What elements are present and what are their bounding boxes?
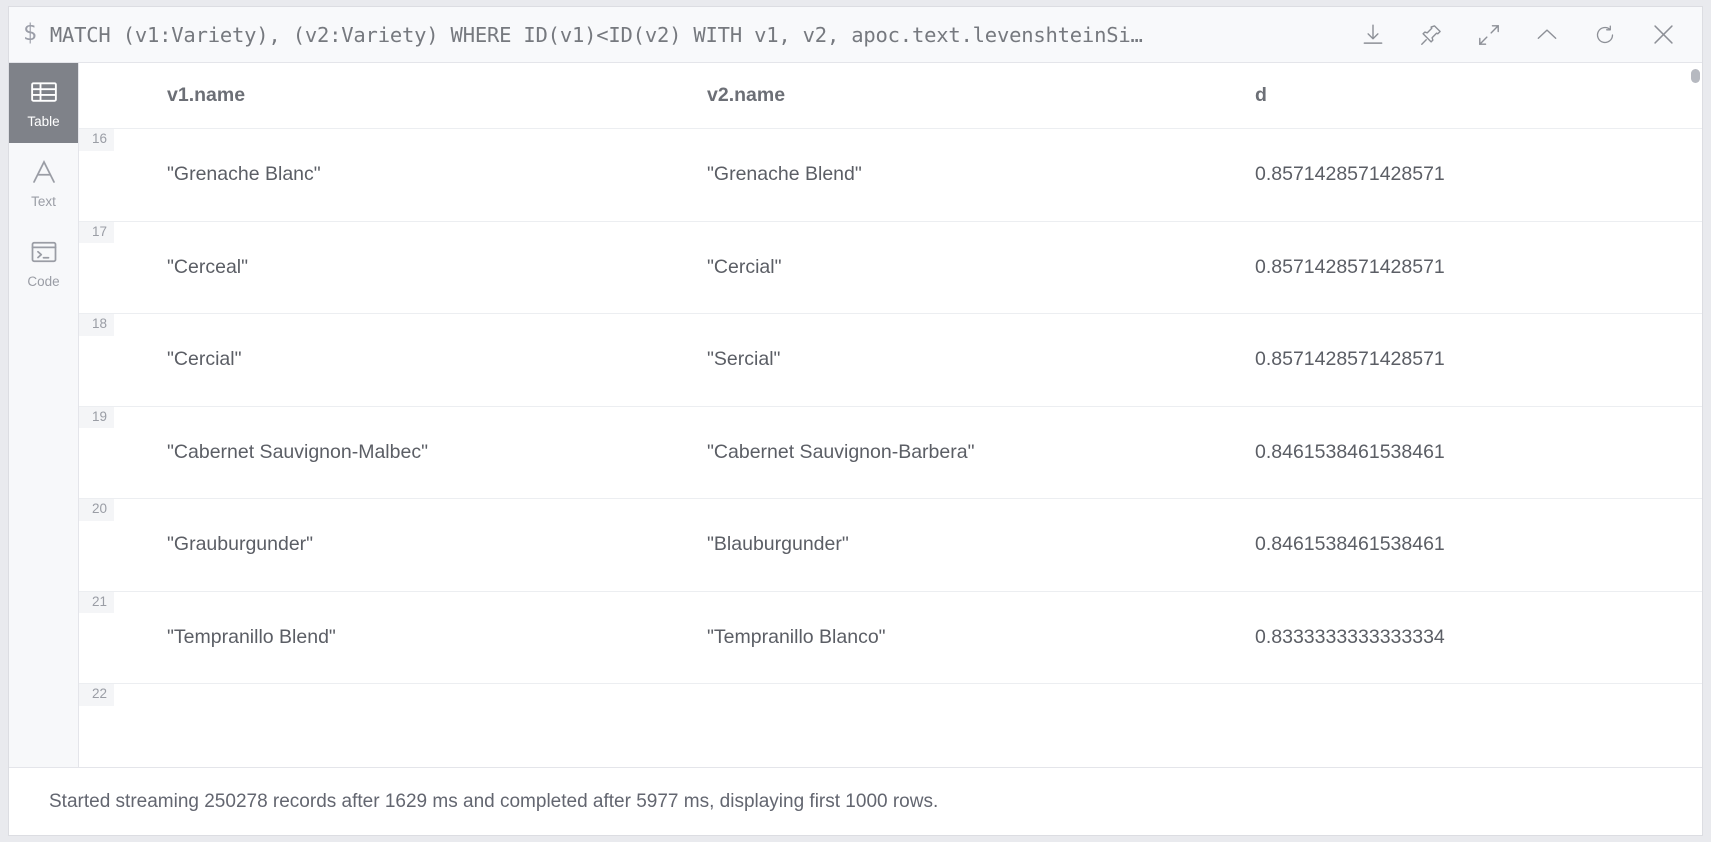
download-icon	[1360, 22, 1386, 48]
view-item-code-label: Code	[27, 274, 60, 290]
row-number: 20	[79, 499, 115, 521]
row-number-gutter: 16	[79, 129, 167, 221]
expand-button[interactable]	[1460, 9, 1518, 61]
row-number: 16	[79, 129, 115, 151]
row-number: 19	[79, 406, 115, 428]
cell-v2-name: "Cercial"	[707, 255, 782, 278]
vertical-scrollbar[interactable]	[1691, 69, 1700, 709]
scrollbar-thumb[interactable]	[1691, 69, 1700, 83]
row-number-gutter: 22	[79, 684, 167, 767]
cell-v1-name: "Cerceal"	[167, 255, 249, 278]
table-row[interactable]: 21 "Tempranillo Blend" "Tempranillo Blan…	[79, 591, 1702, 684]
view-item-code[interactable]: Code	[9, 223, 78, 303]
column-header-v1-name[interactable]: v1.name	[167, 84, 707, 107]
column-header-d[interactable]: d	[1255, 84, 1702, 107]
query-text[interactable]: MATCH (v1:Variety), (v2:Variety) WHERE I…	[50, 23, 1338, 47]
cell-d: 0.8461538461538461	[1255, 440, 1445, 463]
cell-d: 0.8571428571428571	[1255, 255, 1445, 278]
text-icon	[29, 157, 59, 187]
table-row[interactable]: 20 "Grauburgunder" "Blauburgunder" 0.846…	[79, 499, 1702, 592]
table-row[interactable]: 18 "Cercial" "Sercial" 0.857142857142857…	[79, 314, 1702, 407]
status-bar: Started streaming 250278 records after 1…	[9, 767, 1702, 835]
cell-v2-name: "Cabernet Sauvignon-Barbera"	[707, 440, 975, 463]
close-icon	[1650, 21, 1677, 48]
view-switcher: Table Text Code	[9, 63, 79, 767]
view-item-text[interactable]: Text	[9, 143, 78, 223]
refresh-icon	[1593, 23, 1617, 47]
result-body: Table Text Code v1.name v2.name d 16 "Gr…	[9, 63, 1702, 767]
collapse-icon	[1534, 22, 1560, 48]
row-number: 22	[79, 684, 115, 706]
cell-d: 0.8571428571428571	[1255, 348, 1445, 371]
cell-d: 0.8571428571428571	[1255, 163, 1445, 186]
prompt-sigil: $	[23, 19, 37, 46]
view-item-table-label: Table	[27, 114, 60, 130]
table-row[interactable]: 22	[79, 684, 1702, 767]
cell-v2-name: "Sercial"	[707, 348, 781, 371]
table-row[interactable]: 17 "Cerceal" "Cercial" 0.857142857142857…	[79, 221, 1702, 314]
download-button[interactable]	[1344, 9, 1402, 61]
row-number: 18	[79, 314, 115, 336]
cell-v2-name: "Grenache Blend"	[707, 163, 862, 186]
cell-v1-name: "Cabernet Sauvignon-Malbec"	[167, 440, 428, 463]
result-frame: $ MATCH (v1:Variety), (v2:Variety) WHERE…	[8, 6, 1703, 836]
code-icon	[29, 237, 59, 267]
cell-v1-name: "Cercial"	[167, 348, 242, 371]
cell-d: 0.8333333333333334	[1255, 625, 1445, 648]
cell-v2-name: "Blauburgunder"	[707, 533, 849, 556]
pin-icon	[1418, 22, 1444, 48]
pin-button[interactable]	[1402, 9, 1460, 61]
row-number-gutter: 19	[79, 406, 167, 499]
view-item-text-label: Text	[31, 194, 56, 210]
table-icon	[29, 77, 59, 107]
column-header-v2-name[interactable]: v2.name	[707, 84, 1255, 107]
query-bar-actions	[1344, 9, 1692, 61]
row-number-gutter: 18	[79, 314, 167, 406]
refresh-button[interactable]	[1576, 9, 1634, 61]
collapse-button[interactable]	[1518, 9, 1576, 61]
query-bar: $ MATCH (v1:Variety), (v2:Variety) WHERE…	[9, 7, 1702, 63]
row-number-gutter: 21	[79, 591, 167, 684]
expand-icon	[1476, 22, 1502, 48]
cell-v2-name: "Tempranillo Blanco"	[707, 625, 886, 648]
cell-v1-name: "Grauburgunder"	[167, 533, 314, 556]
view-item-table[interactable]: Table	[9, 63, 78, 143]
row-number: 21	[79, 591, 115, 613]
cell-v1-name: "Grenache Blanc"	[167, 163, 321, 186]
table-header-row: v1.name v2.name d	[79, 63, 1702, 129]
results-table: v1.name v2.name d 16 "Grenache Blanc" "G…	[79, 63, 1702, 767]
cell-d: 0.8461538461538461	[1255, 533, 1445, 556]
row-number-gutter: 17	[79, 221, 167, 314]
status-message: Started streaming 250278 records after 1…	[49, 790, 939, 812]
cell-v1-name: "Tempranillo Blend"	[167, 625, 336, 648]
table-row[interactable]: 19 "Cabernet Sauvignon-Malbec" "Cabernet…	[79, 406, 1702, 499]
row-number: 17	[79, 221, 115, 243]
row-number-gutter: 20	[79, 499, 167, 591]
table-body: 16 "Grenache Blanc" "Grenache Blend" 0.8…	[79, 129, 1702, 767]
table-row[interactable]: 16 "Grenache Blanc" "Grenache Blend" 0.8…	[79, 129, 1702, 222]
close-button[interactable]	[1634, 9, 1692, 61]
